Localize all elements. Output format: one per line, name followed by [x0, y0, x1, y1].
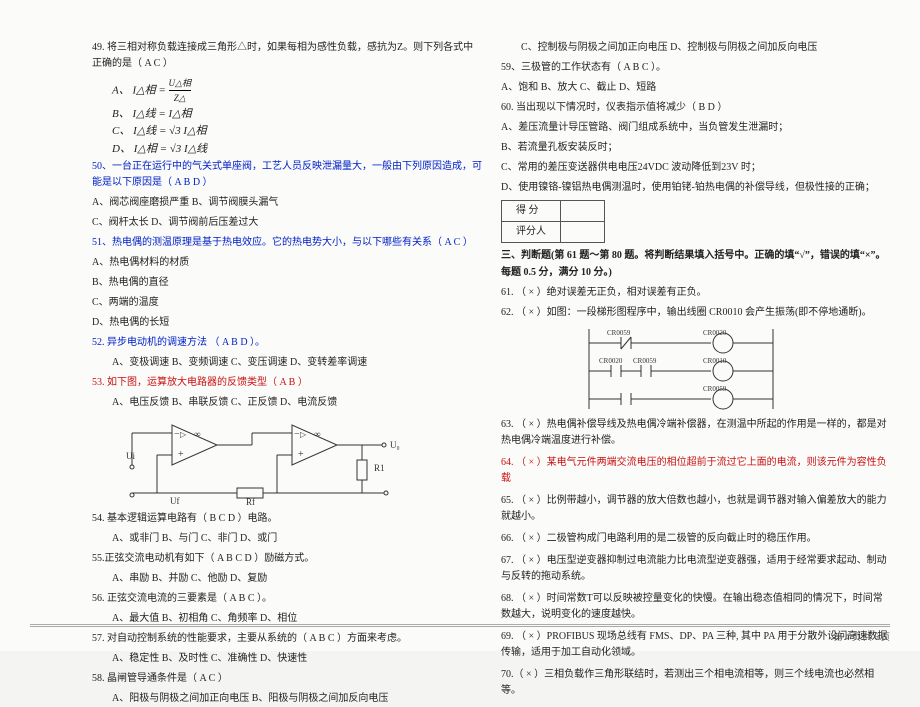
q55: 55.正弦交流电动机有如下（ A B C D ）励磁方式。 — [92, 551, 483, 567]
q53a: A、电压反馈 B、串联反馈 C、正反馈 D、电流反馈 — [92, 395, 483, 411]
q64: 64. （ × ）某电气元件两端交流电压的相位超前于流过它上面的电流，则该元件为… — [501, 455, 892, 487]
q57a: A、稳定性 B、及时性 C、准确性 D、快速性 — [92, 651, 483, 667]
section3-heading: 三、判断题(第 61 题～第 80 题。将判断结果填入括号中。正确的填“√”，错… — [501, 247, 892, 281]
q59: 59、三极管的工作状态有（ A B C ）。 — [501, 60, 892, 76]
q61: 61. （ × ）绝对误差无正负，相对误差有正负。 — [501, 285, 892, 301]
f-c: I△线 = √3 I△相 — [133, 125, 206, 137]
q58c: C、控制极与阴极之间加正向电压 D、控制极与阴极之间加反向电压 — [501, 40, 892, 56]
svg-text:−: − — [294, 429, 300, 440]
q56: 56. 正弦交流电流的三要素是（ A B C ）。 — [92, 591, 483, 607]
q49a-label: A、 — [112, 84, 130, 96]
q50: 50、一台正在运行中的气关式单座阀，工艺人员反映泄漏量大，一般由下列原因造成，可… — [92, 159, 483, 191]
q49b-label: B、 — [112, 108, 130, 120]
q58: 58. 晶闸管导通条件是（ A C ） — [92, 671, 483, 687]
q49d-label: D、 — [112, 143, 131, 155]
q49-opt-d: D、 I△相 = √3 I△线 — [112, 141, 483, 159]
svg-text:▷: ▷ — [300, 430, 307, 439]
d2-label5: CR0010 — [703, 357, 727, 365]
q68: 68. （ × ）时间常数T可以反映被控量变化的快慢。在输出稳态值相同的情况下，… — [501, 591, 892, 623]
q66: 66. （ × ）二极管构成门电路利用的是二极管的反向截止时的稳压作用。 — [501, 531, 892, 547]
q51c: C、两端的温度 — [92, 295, 483, 311]
q51: 51、热电偶的测温原理是基于热电效应。它的热电势大小，与以下哪些有关系（ A C… — [92, 235, 483, 251]
f-a-top: U△相 — [169, 76, 191, 91]
q57: 57. 对自动控制系统的性能要求，主要从系统的（ A B C ）方面来考虑。 — [92, 631, 483, 647]
q62: 62. （ × ）如图：一段梯形图程序中，输出线圈 CR0010 会产生振荡(即… — [501, 305, 892, 321]
d2-label4: CR0059 — [633, 357, 657, 365]
q51b: B、热电偶的直径 — [92, 275, 483, 291]
q60c: C、常用的差压变送器供电电压24VDC 波动降低到23V 时； — [501, 160, 892, 176]
d2-label3: CR0020 — [599, 357, 623, 365]
q50b: C、阀杆太长 D、调节阀前后压差过大 — [92, 215, 483, 231]
q65: 65. （ × ）比例带越小，调节器的放大倍数也越小，也就是调节器对输入偏差放大… — [501, 493, 892, 525]
q55a: A、串励 B、并励 C、他励 D、复励 — [92, 571, 483, 587]
label-uf: Uf — [170, 496, 180, 506]
f-a-lhs: I△相 = — [132, 84, 165, 96]
q54: 54. 基本逻辑运算电路有（ B C D ）电路。 — [92, 511, 483, 527]
svg-text:∞: ∞ — [194, 429, 200, 439]
d2-label1: CR0059 — [607, 329, 631, 337]
d2-label6: CR0059 — [703, 385, 727, 393]
label-u0: U₀ — [390, 440, 400, 450]
svg-text:+: + — [298, 449, 304, 460]
label-r1: R1 — [374, 463, 385, 473]
f-a-bot: Z△ — [174, 93, 186, 103]
f-b: I△线 = I△相 — [132, 108, 191, 120]
page-footer: 第 4 页 共 6 页 — [834, 630, 890, 643]
q51a: A、热电偶材料的材质 — [92, 255, 483, 271]
q51d: D、热电偶的长短 — [92, 315, 483, 331]
q49c-label: C、 — [112, 125, 130, 137]
q52a: A、变极调速 B、变频调速 C、变压调速 D、变转差率调速 — [92, 355, 483, 371]
q60d: D、使用镍铬-镍铝热电偶测温时，使用铂铑-铂热电偶的补偿导线，但极性接的正确； — [501, 180, 892, 196]
footer-rule — [30, 624, 890, 625]
score-row-grader: 评分人 — [502, 222, 561, 243]
q49: 49. 将三相对称负载连接成三角形△时，如果每相为感性负载，感抗为Z。则下列各式… — [92, 40, 483, 72]
q60a: A、差压流量计导压管路、阀门组成系统中，当负管发生泄漏时； — [501, 120, 892, 136]
d2-label2: CR0020 — [703, 329, 727, 337]
q49-opt-b: B、 I△线 = I△相 — [112, 106, 483, 124]
score-row-score: 得 分 — [502, 201, 561, 222]
q49-opt-a: A、 I△相 = U△相 Z△ — [112, 76, 483, 106]
q60b: B、若流量孔板安装反时； — [501, 140, 892, 156]
ladder-diagram: CR0059 CR0020 CR0020 CR0059 CR0010 CR005… — [581, 325, 892, 413]
svg-text:−: − — [174, 429, 180, 440]
q60: 60. 当出现以下情况时，仪表指示值将减少（ B D ） — [501, 100, 892, 116]
svg-text:∞: ∞ — [314, 429, 320, 439]
f-d: I△相 = √3 I△线 — [134, 143, 207, 155]
q50a: A、阀芯阀座磨损严重 B、调节阀膜头漏气 — [92, 195, 483, 211]
q59a: A、饱和 B、放大 C、截止 D、短路 — [501, 80, 892, 96]
score-table: 得 分 评分人 — [501, 200, 605, 243]
svg-text:▷: ▷ — [180, 430, 187, 439]
footer-rule2 — [30, 626, 890, 627]
q70: 70.（ × ）三相负载作三角形联结时，若测出三个相电流相等，则三个线电流也必然… — [501, 667, 892, 699]
q52: 52. 异步电动机的调速方法 （ A B D ）。 — [92, 335, 483, 351]
label-rf: Rf — [246, 497, 255, 507]
label-ui: Ui — [126, 451, 135, 461]
q53: 53. 如下图，运算放大电路器的反馈类型（ A B ） — [92, 375, 483, 391]
q63: 63. （ × ）热电偶补偿导线及热电偶冷端补偿器，在测温中所起的作用是一样的，… — [501, 417, 892, 449]
q58a: A、阳极与阴极之间加正向电压 B、阳极与阴极之间加反向电压 — [92, 691, 483, 707]
q54a: A、或非门 B、与门 C、非门 D、或门 — [92, 531, 483, 547]
score-cell-empty2 — [561, 222, 605, 243]
opamp-circuit-diagram: ▷ ∞ + − ▷ ∞ + − — [102, 415, 483, 507]
score-cell-empty1 — [561, 201, 605, 222]
svg-text:+: + — [178, 449, 184, 460]
q49-opt-c: C、 I△线 = √3 I△相 — [112, 123, 483, 141]
q67: 67. （ × ）电压型逆变器抑制过电流能力比电流型逆变器强，适用于经常要求起动… — [501, 553, 892, 585]
